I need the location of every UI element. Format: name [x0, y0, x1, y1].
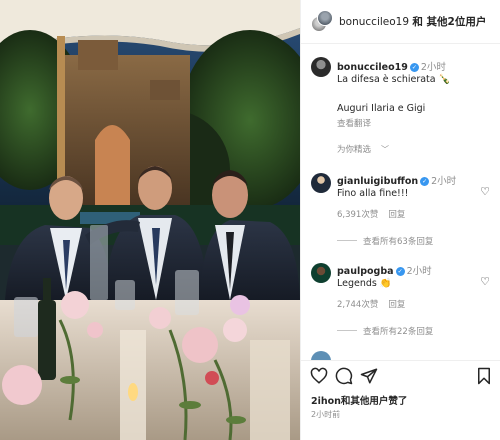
save-icon[interactable] — [475, 367, 493, 385]
post-image — [0, 0, 300, 440]
translate-link[interactable]: 查看翻译 — [337, 117, 371, 129]
avatar[interactable] — [311, 57, 331, 77]
view-replies-label: 查看所有22条回复 — [363, 327, 434, 337]
likes-summary[interactable]: 2ihon和其他用户赞了 — [311, 393, 407, 407]
comment-text: Fino alla fine!!! — [337, 188, 409, 199]
comment-username[interactable]: gianluigibuffon — [337, 176, 418, 187]
share-icon[interactable] — [360, 367, 378, 385]
view-replies-button[interactable]: 查看所有22条回复 — [337, 325, 433, 337]
caption-line-1: La difesa è schierata 🍾 — [337, 74, 451, 85]
verified-icon: ✓ — [409, 63, 419, 72]
caption-time[interactable]: 2小时 — [421, 62, 446, 73]
comment-header: paulpogba ✓ 2小时 — [337, 263, 432, 277]
caption-username[interactable]: bonuccileo19 — [337, 62, 408, 73]
avatar[interactable] — [317, 10, 333, 26]
verified-icon: ✓ — [395, 267, 405, 276]
liker-username[interactable]: 2ihon — [311, 396, 341, 407]
comment-likes[interactable]: 2,744次赞 — [337, 300, 378, 310]
divider — [337, 330, 357, 331]
comment-meta: 2,744次赞 回复 — [337, 298, 405, 310]
featured-label: 为你精选 — [337, 145, 372, 155]
comment-header: gianluigibuffon ✓ 2小时 — [337, 173, 456, 187]
comment-likes[interactable]: 6,391次赞 — [337, 210, 378, 220]
post-actions — [301, 360, 500, 390]
comment-meta: 6,391次赞 回复 — [337, 208, 405, 220]
verified-icon: ✓ — [420, 177, 430, 186]
post-photo[interactable] — [0, 0, 300, 440]
comment-text: Legends 👏 — [337, 278, 392, 289]
collab-avatars[interactable] — [311, 10, 333, 32]
comment-time[interactable]: 2小时 — [431, 176, 456, 187]
view-replies-button[interactable]: 查看所有63条回复 — [337, 235, 433, 247]
divider — [337, 240, 357, 241]
post-timestamp[interactable]: 2小时前 — [311, 409, 340, 420]
post-authors: bonuccileo19 和 其他2位用户 — [339, 14, 486, 29]
caption-header: bonuccileo19 ✓ 2小时 — [337, 59, 446, 73]
reply-button[interactable]: 回复 — [388, 300, 405, 310]
like-icon[interactable] — [310, 367, 328, 385]
reply-button[interactable]: 回复 — [388, 210, 405, 220]
comment-username[interactable]: paulpogba — [337, 266, 394, 277]
author-username[interactable]: bonuccileo19 — [339, 16, 409, 28]
other-authors-link[interactable]: 和 其他2位用户 — [412, 16, 486, 28]
comment-time[interactable]: 2小时 — [407, 266, 432, 277]
avatar[interactable] — [311, 263, 331, 283]
caption-line-2: Auguri Ilaria e Gigi — [337, 103, 426, 114]
post-details-panel: bonuccileo19 和 其他2位用户 bonuccileo19 ✓ 2小时 L… — [300, 0, 500, 440]
likes-rest[interactable]: 和其他用户赞了 — [341, 396, 408, 407]
featured-filter[interactable]: 为你精选 ﹀ — [337, 143, 389, 155]
comments-list[interactable]: bonuccileo19 ✓ 2小时 La difesa è schierata 🍾… — [301, 45, 500, 360]
avatar[interactable] — [311, 173, 331, 193]
heart-icon[interactable]: ♡ — [479, 276, 491, 288]
chevron-down-icon: ﹀ — [381, 145, 390, 154]
comment-icon[interactable] — [335, 367, 353, 385]
post-header: bonuccileo19 和 其他2位用户 — [301, 0, 500, 44]
avatar[interactable] — [311, 351, 331, 360]
view-replies-label: 查看所有63条回复 — [363, 237, 434, 247]
heart-icon[interactable]: ♡ — [479, 186, 491, 198]
